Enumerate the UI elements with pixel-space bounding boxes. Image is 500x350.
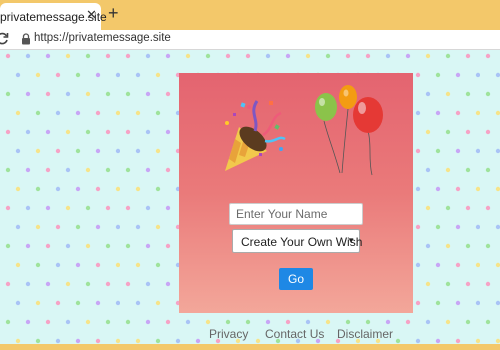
new-tab-icon[interactable]: + <box>108 4 119 22</box>
wish-type-select[interactable]: Create Your Own Wish ▼ <box>232 229 363 253</box>
dropdown-arrow-icon: ▼ <box>347 236 355 245</box>
name-input[interactable] <box>229 203 363 225</box>
browser-toolbar: https://privatemessage.site <box>0 30 500 50</box>
page-viewport: Create Your Own Wish ▼ Go Privacy Contac… <box>0 50 500 344</box>
address-bar[interactable]: https://privatemessage.site <box>34 32 171 44</box>
balloons-icon <box>315 85 383 176</box>
window-bottom-edge <box>0 344 500 350</box>
reload-icon[interactable] <box>0 31 10 47</box>
browser-tab-strip: privatemessage.site ✕ + <box>0 0 500 30</box>
contact-us-link[interactable]: Contact Us <box>265 327 324 341</box>
browser-tab[interactable]: privatemessage.site ✕ <box>0 3 107 30</box>
tab-close-icon[interactable]: ✕ <box>86 8 97 22</box>
privacy-link[interactable]: Privacy <box>209 327 248 341</box>
disclaimer-link[interactable]: Disclaimer <box>337 327 393 341</box>
lock-icon <box>22 33 30 45</box>
go-button[interactable]: Go <box>279 268 313 290</box>
wish-card: Create Your Own Wish ▼ Go <box>179 73 413 313</box>
wish-type-selected: Create Your Own Wish <box>241 235 363 249</box>
party-popper-icon <box>225 100 286 171</box>
